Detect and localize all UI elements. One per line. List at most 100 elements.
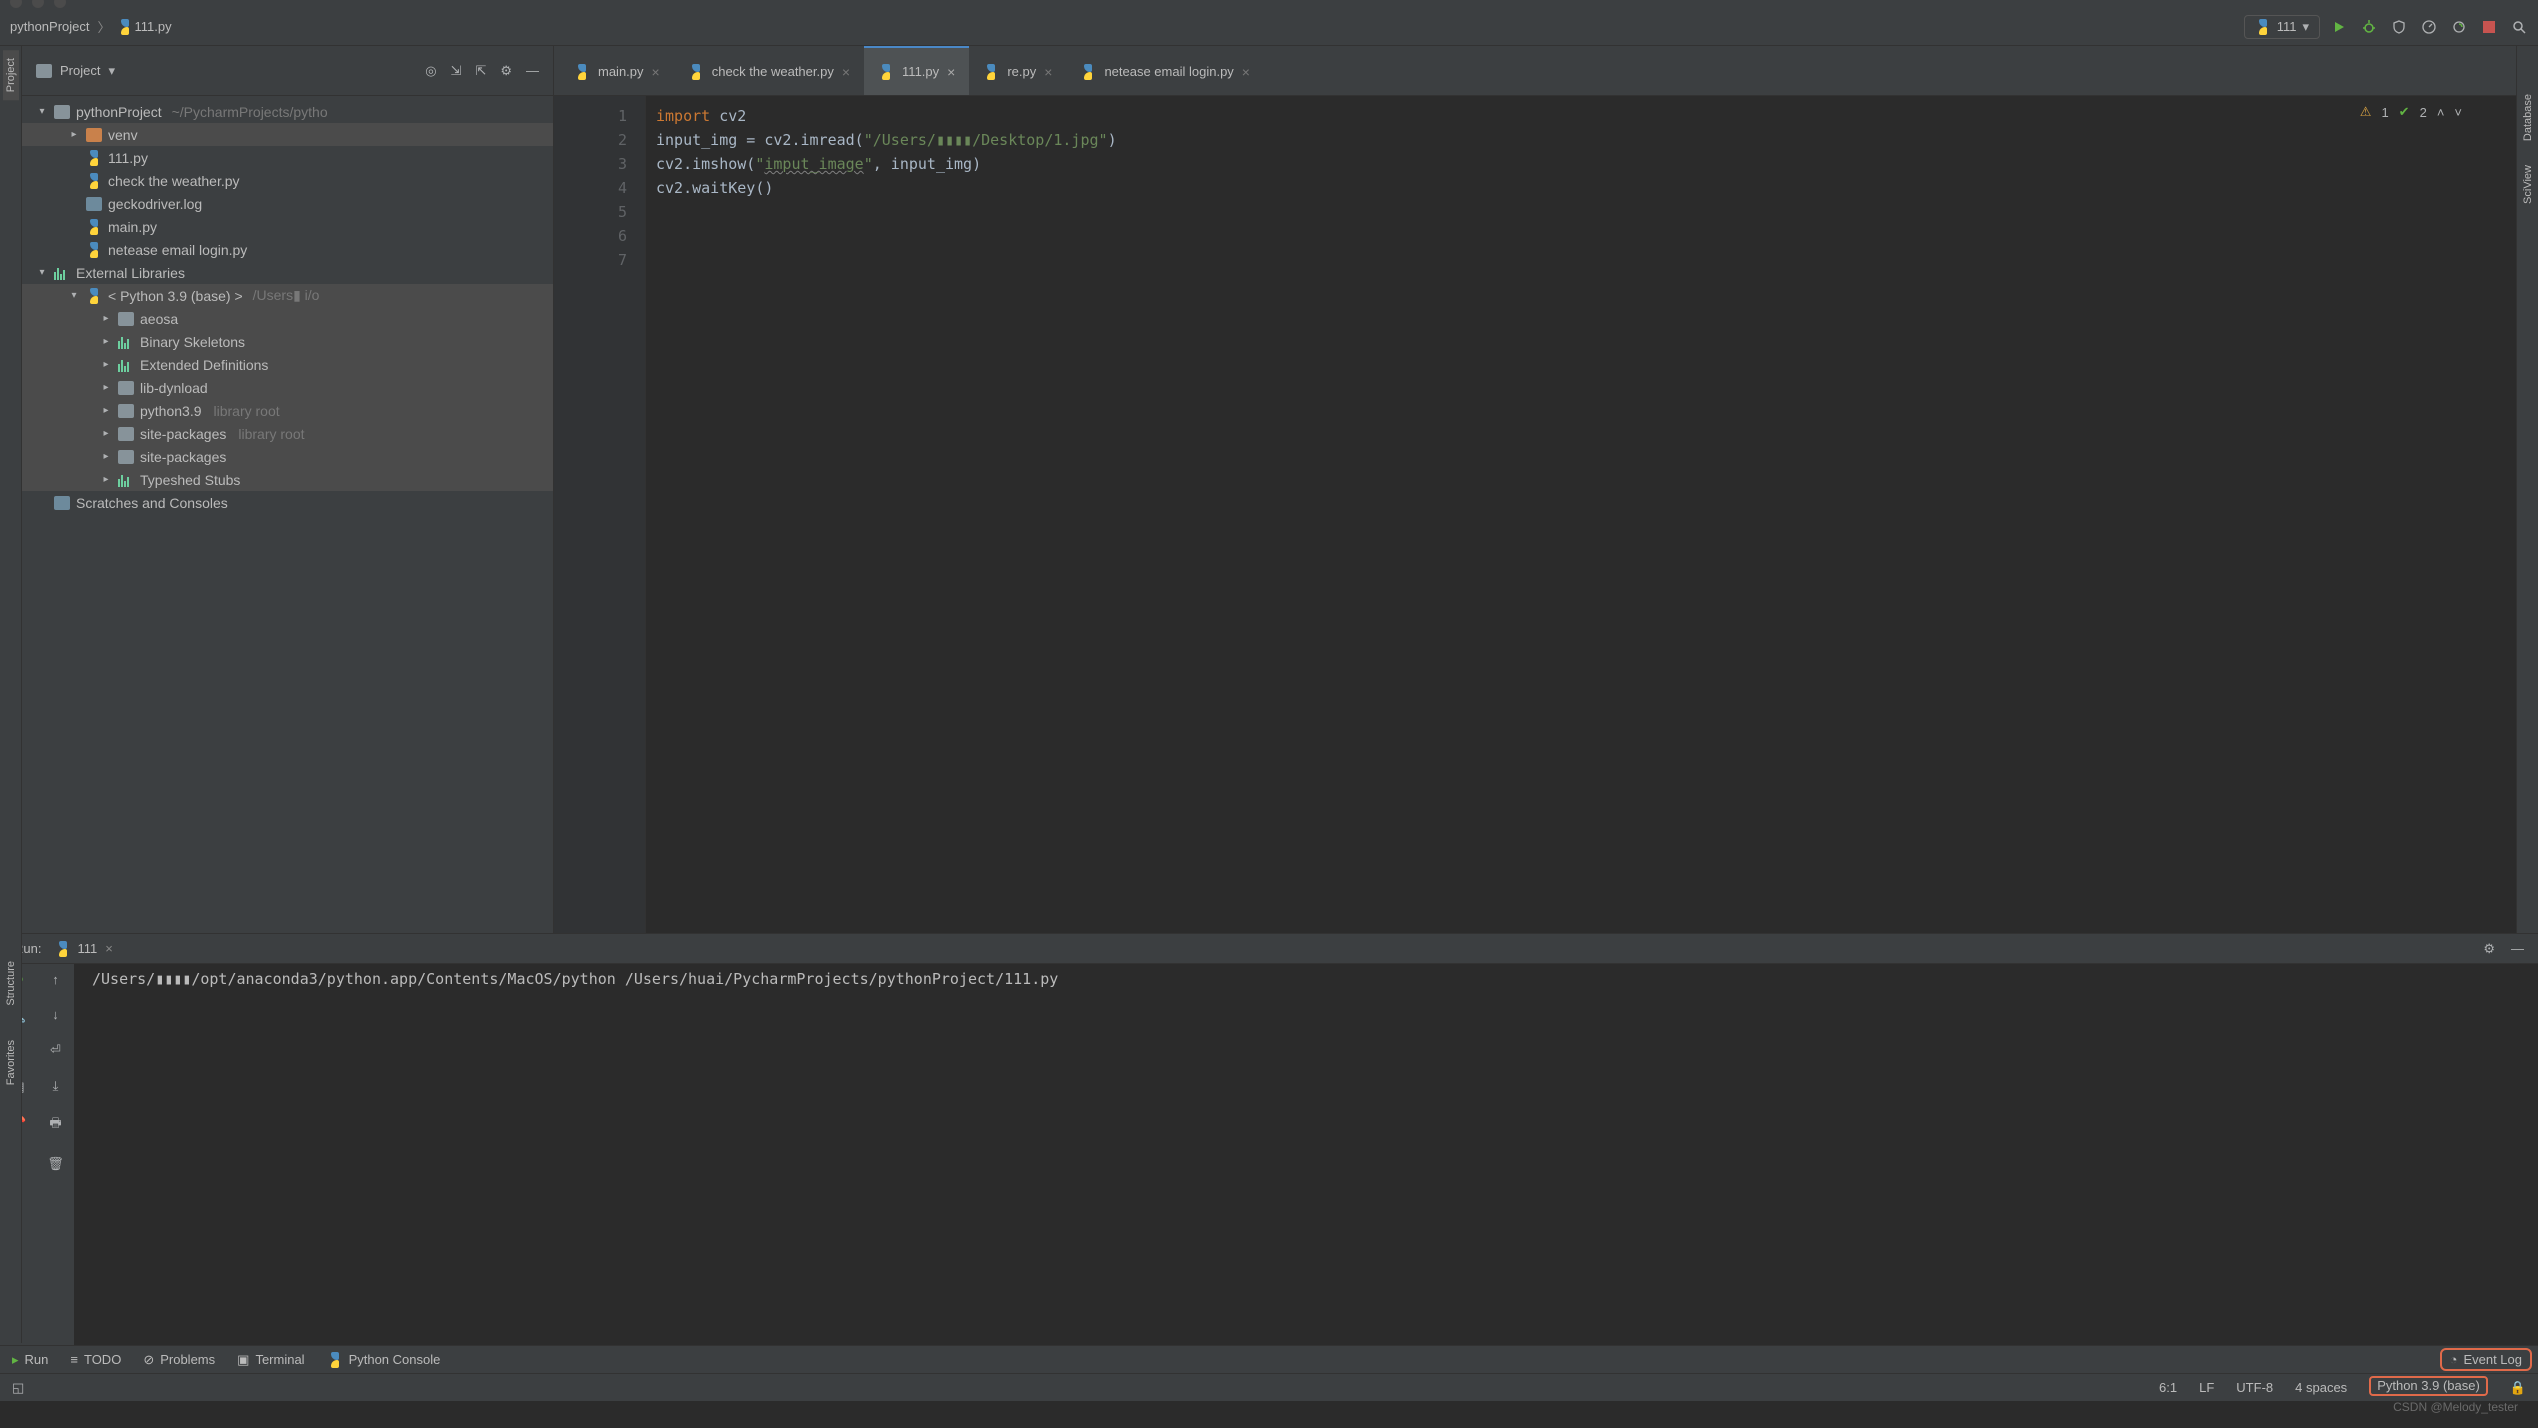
- tree-env-child[interactable]: ▸Binary Skeletons: [22, 330, 553, 353]
- tree-env-child[interactable]: ▸site-packages: [22, 445, 553, 468]
- breadcrumb-project[interactable]: pythonProject: [8, 19, 92, 34]
- terminal-tool-button[interactable]: ▣Terminal: [237, 1352, 304, 1368]
- caret-position[interactable]: 6:1: [2159, 1380, 2177, 1396]
- chevron-down-icon[interactable]: ▾: [68, 290, 80, 301]
- chevron-right-icon[interactable]: ▸: [100, 359, 112, 370]
- chevron-right-icon[interactable]: ▸: [100, 451, 112, 462]
- hide-panel-icon[interactable]: —: [526, 63, 539, 79]
- tree-file[interactable]: main.py: [22, 215, 553, 238]
- python-console-button[interactable]: Python Console: [327, 1352, 441, 1368]
- highlighted-region: ◔Event Log: [2440, 1348, 2532, 1371]
- tree-env-child[interactable]: ▸aeosa: [22, 307, 553, 330]
- down-icon[interactable]: ↓: [52, 1007, 59, 1022]
- gutter[interactable]: 1234567: [554, 96, 646, 933]
- expand-all-icon[interactable]: ⇲: [451, 63, 462, 79]
- tree-env-child[interactable]: ▸site-packageslibrary root: [22, 422, 553, 445]
- favorites-tab[interactable]: Favorites: [3, 1032, 19, 1093]
- editor-tab[interactable]: 111.py×: [864, 46, 969, 95]
- close-tab-icon[interactable]: ×: [947, 64, 955, 80]
- breadcrumb-file[interactable]: 111.py: [133, 19, 174, 34]
- tree-env-child[interactable]: ▸Extended Definitions: [22, 353, 553, 376]
- window-close-icon[interactable]: [10, 0, 22, 8]
- run-config-name[interactable]: 111: [77, 941, 97, 956]
- chevron-right-icon[interactable]: ▸: [100, 474, 112, 485]
- coverage-icon[interactable]: [2388, 16, 2410, 38]
- tool-windows-icon[interactable]: ◱: [12, 1380, 24, 1396]
- chevron-right-icon[interactable]: ▸: [100, 336, 112, 347]
- python-file-icon: [86, 219, 102, 235]
- window-maximize-icon[interactable]: [54, 0, 66, 8]
- close-tab-icon[interactable]: ×: [1044, 64, 1052, 80]
- line-separator[interactable]: LF: [2199, 1380, 2214, 1396]
- collapse-all-icon[interactable]: ⇱: [475, 63, 486, 79]
- tree-file[interactable]: check the weather.py: [22, 169, 553, 192]
- tab-label: main.py: [598, 64, 644, 79]
- debug-icon[interactable]: [2358, 16, 2380, 38]
- editor-tab[interactable]: check the weather.py×: [674, 46, 864, 95]
- structure-tab[interactable]: Structure: [3, 953, 19, 1014]
- chevron-down-icon[interactable]: ▾: [36, 267, 48, 278]
- run-tool-button[interactable]: ▸Run: [12, 1352, 48, 1368]
- sciview-tab[interactable]: SciView: [2520, 157, 2536, 212]
- todo-tool-button[interactable]: ≡TODO: [70, 1352, 121, 1367]
- tree-root[interactable]: ▾ pythonProject ~/PycharmProjects/pytho: [22, 100, 553, 123]
- tree-scratches[interactable]: Scratches and Consoles: [22, 491, 553, 514]
- close-tab-icon[interactable]: ×: [842, 64, 850, 80]
- close-tab-icon[interactable]: ×: [105, 941, 113, 956]
- scratches-icon: [54, 496, 70, 510]
- close-tab-icon[interactable]: ×: [652, 64, 660, 80]
- lock-icon[interactable]: 🔒: [2510, 1380, 2526, 1396]
- chevron-right-icon[interactable]: ▸: [100, 313, 112, 324]
- tree-python-env[interactable]: ▾ < Python 3.9 (base) > /Users▮ i/o: [22, 284, 553, 307]
- search-everywhere-icon[interactable]: [2508, 16, 2530, 38]
- editor-tab[interactable]: main.py ×: [560, 46, 674, 95]
- chevron-right-icon[interactable]: ▸: [68, 129, 80, 140]
- problems-tool-button[interactable]: ⊘Problems: [143, 1352, 215, 1368]
- window-minimize-icon[interactable]: [32, 0, 44, 8]
- project-panel-title[interactable]: Project: [60, 63, 100, 78]
- editor-tab[interactable]: netease email login.py×: [1066, 46, 1264, 95]
- chevron-down-icon[interactable]: ▾: [108, 63, 115, 79]
- chevron-right-icon[interactable]: ▸: [100, 405, 112, 416]
- tree-env-child[interactable]: ▸Typeshed Stubs: [22, 468, 553, 491]
- tree-ext-lib[interactable]: ▾ External Libraries: [22, 261, 553, 284]
- tree-env-child[interactable]: ▸python3.9library root: [22, 399, 553, 422]
- run-output[interactable]: /Users/▮▮▮▮/opt/anaconda3/python.app/Con…: [74, 964, 2538, 1345]
- editor-tab[interactable]: re.py×: [969, 46, 1066, 95]
- tree-env-child[interactable]: ▸lib-dynload: [22, 376, 553, 399]
- indent-setting[interactable]: 4 spaces: [2295, 1380, 2347, 1396]
- tree-file[interactable]: geckodriver.log: [22, 192, 553, 215]
- interpreter-selector[interactable]: Python 3.9 (base): [2369, 1376, 2488, 1396]
- run-config-selector[interactable]: 111 ▾: [2244, 15, 2320, 39]
- file-encoding[interactable]: UTF-8: [2236, 1380, 2273, 1396]
- trash-icon[interactable]: 🗑: [47, 1156, 64, 1172]
- attach-icon[interactable]: [2448, 16, 2470, 38]
- code-text: input_img = cv2.imread(: [656, 131, 864, 149]
- select-opened-icon[interactable]: ◎: [425, 63, 436, 79]
- tree-venv[interactable]: ▸ venv: [22, 123, 553, 146]
- print-icon[interactable]: 🖶: [49, 1114, 61, 1136]
- hide-panel-icon[interactable]: —: [2511, 941, 2524, 957]
- soft-wrap-icon[interactable]: ⏎: [50, 1042, 61, 1058]
- up-icon[interactable]: ↑: [52, 972, 59, 987]
- run-icon[interactable]: [2328, 16, 2350, 38]
- event-log-button[interactable]: ◔Event Log: [2450, 1352, 2522, 1367]
- panel-settings-icon[interactable]: ⚙: [500, 63, 512, 79]
- stop-icon[interactable]: [2478, 16, 2500, 38]
- database-tab[interactable]: Database: [2520, 86, 2536, 149]
- chevron-down-icon[interactable]: ▾: [36, 106, 48, 117]
- project-tab[interactable]: Project: [3, 50, 19, 100]
- chevron-right-icon[interactable]: ▸: [100, 382, 112, 393]
- tree-file[interactable]: netease email login.py: [22, 238, 553, 261]
- panel-settings-icon[interactable]: ⚙: [2483, 941, 2495, 957]
- code-editor[interactable]: import cv2 input_img = cv2.imread("/User…: [646, 96, 2516, 933]
- editor-tabs: main.py×check the weather.py×111.py×re.p…: [554, 46, 2516, 96]
- inspection-status[interactable]: ⚠1 ✔2 ˄ ˅: [2360, 104, 2462, 120]
- scroll-end-icon[interactable]: ⤓: [53, 1078, 59, 1094]
- tree-file[interactable]: 111.py: [22, 146, 553, 169]
- project-tree[interactable]: ▾ pythonProject ~/PycharmProjects/pytho …: [22, 96, 553, 933]
- close-tab-icon[interactable]: ×: [1242, 64, 1250, 80]
- chevron-right-icon[interactable]: ▸: [100, 428, 112, 439]
- python-env-label: < Python 3.9 (base) >: [108, 288, 243, 304]
- profile-icon[interactable]: [2418, 16, 2440, 38]
